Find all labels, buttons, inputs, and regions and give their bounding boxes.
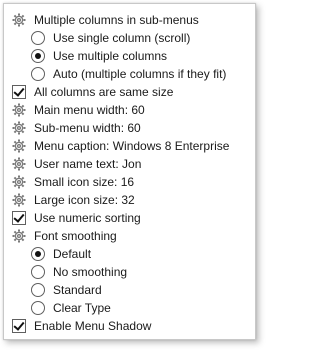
menu-item-label: Use numeric sorting: [34, 211, 141, 225]
menu-item-single-column[interactable]: Use single column (scroll): [4, 29, 255, 47]
settings-context-menu: Multiple columns in sub-menus Use single…: [3, 3, 256, 340]
menu-list: Multiple columns in sub-menus Use single…: [4, 11, 255, 335]
menu-item-font-smoothing[interactable]: Font smoothing: [4, 227, 255, 245]
gear-icon: [12, 175, 26, 189]
checkbox-checked-icon: [12, 319, 26, 333]
menu-item-multiple-columns[interactable]: Multiple columns in sub-menus: [4, 11, 255, 29]
radio-on-icon: [31, 247, 45, 261]
menu-item-multiple-columns-option[interactable]: Use multiple columns: [4, 47, 255, 65]
menu-item-label: Auto (multiple columns if they fit): [53, 67, 227, 81]
menu-item-smoothing-default[interactable]: Default: [4, 245, 255, 263]
menu-item-label: Large icon size: 32: [34, 193, 135, 207]
menu-item-label: User name text: Jon: [34, 157, 142, 171]
menu-item-label: Menu caption: Windows 8 Enterprise: [34, 139, 230, 153]
radio-off-icon: [31, 301, 45, 315]
gear-icon: [12, 13, 26, 27]
radio-off-icon: [31, 265, 45, 279]
gear-icon: [12, 157, 26, 171]
menu-item-smoothing-standard[interactable]: Standard: [4, 281, 255, 299]
menu-item-label: Standard: [53, 283, 102, 297]
checkbox-checked-icon: [12, 211, 26, 225]
menu-item-user-name-text[interactable]: User name text: Jon: [4, 155, 255, 173]
menu-item-label: Clear Type: [53, 301, 111, 315]
menu-item-large-icon-size[interactable]: Large icon size: 32: [4, 191, 255, 209]
gear-icon: [12, 121, 26, 135]
menu-item-label: Enable Menu Shadow: [34, 319, 152, 333]
menu-item-main-menu-width[interactable]: Main menu width: 60: [4, 101, 255, 119]
radio-off-icon: [31, 283, 45, 297]
radio-off-icon: [31, 67, 45, 81]
gear-icon: [12, 139, 26, 153]
menu-item-label: Main menu width: 60: [34, 103, 145, 117]
menu-item-label: Use multiple columns: [53, 49, 168, 63]
menu-item-label: Default: [53, 247, 92, 261]
menu-item-enable-shadow[interactable]: Enable Menu Shadow: [4, 317, 255, 335]
checkbox-checked-icon: [12, 85, 26, 99]
menu-item-label: Small icon size: 16: [34, 175, 135, 189]
menu-item-label: Use single column (scroll): [53, 31, 191, 45]
menu-item-label: Multiple columns in sub-menus: [34, 13, 199, 27]
menu-item-menu-caption[interactable]: Menu caption: Windows 8 Enterprise: [4, 137, 255, 155]
menu-item-auto-columns[interactable]: Auto (multiple columns if they fit): [4, 65, 255, 83]
menu-item-same-size-columns[interactable]: All columns are same size: [4, 83, 255, 101]
menu-item-label: No smoothing: [53, 265, 128, 279]
menu-item-small-icon-size[interactable]: Small icon size: 16: [4, 173, 255, 191]
radio-off-icon: [31, 31, 45, 45]
menu-item-no-smoothing[interactable]: No smoothing: [4, 263, 255, 281]
menu-item-label: Font smoothing: [34, 229, 117, 243]
menu-item-sub-menu-width[interactable]: Sub-menu width: 60: [4, 119, 255, 137]
menu-item-numeric-sorting[interactable]: Use numeric sorting: [4, 209, 255, 227]
radio-on-icon: [31, 49, 45, 63]
menu-item-label: All columns are same size: [34, 85, 174, 99]
menu-item-label: Sub-menu width: 60: [34, 121, 141, 135]
gear-icon: [12, 193, 26, 207]
gear-icon: [12, 103, 26, 117]
menu-item-clear-type[interactable]: Clear Type: [4, 299, 255, 317]
gear-icon: [12, 229, 26, 243]
